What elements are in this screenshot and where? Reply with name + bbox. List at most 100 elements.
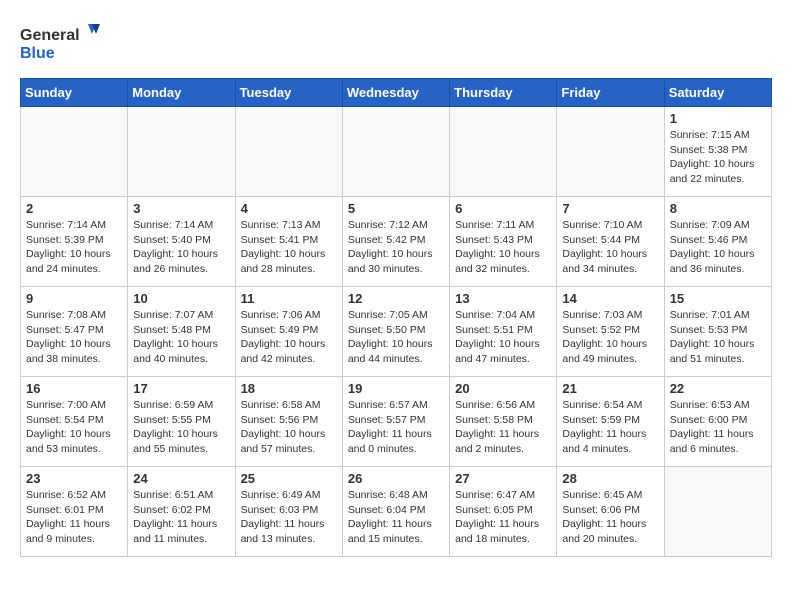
day-number: 17 <box>133 381 229 396</box>
day-number: 26 <box>348 471 444 486</box>
calendar-cell <box>664 467 771 557</box>
day-number: 25 <box>241 471 337 486</box>
day-info: Sunrise: 7:09 AMSunset: 5:46 PMDaylight:… <box>670 218 766 277</box>
day-header-tuesday: Tuesday <box>235 79 342 107</box>
day-number: 3 <box>133 201 229 216</box>
day-info: Sunrise: 6:48 AMSunset: 6:04 PMDaylight:… <box>348 488 444 547</box>
day-info: Sunrise: 6:52 AMSunset: 6:01 PMDaylight:… <box>26 488 122 547</box>
day-info: Sunrise: 7:13 AMSunset: 5:41 PMDaylight:… <box>241 218 337 277</box>
day-number: 15 <box>670 291 766 306</box>
day-number: 27 <box>455 471 551 486</box>
day-info: Sunrise: 7:03 AMSunset: 5:52 PMDaylight:… <box>562 308 658 367</box>
svg-text:Blue: Blue <box>20 45 55 62</box>
day-number: 1 <box>670 111 766 126</box>
calendar-cell <box>235 107 342 197</box>
calendar-cell: 19 Sunrise: 6:57 AMSunset: 5:57 PMDayligh… <box>342 377 449 467</box>
day-info: Sunrise: 7:07 AMSunset: 5:48 PMDaylight:… <box>133 308 229 367</box>
calendar-cell: 21 Sunrise: 6:54 AMSunset: 5:59 PMDayligh… <box>557 377 664 467</box>
day-number: 28 <box>562 471 658 486</box>
day-number: 12 <box>348 291 444 306</box>
day-number: 16 <box>26 381 122 396</box>
day-number: 13 <box>455 291 551 306</box>
calendar-cell: 5Sunrise: 7:12 AMSunset: 5:42 PMDaylight… <box>342 197 449 287</box>
day-number: 19 <box>348 381 444 396</box>
calendar-cell: 11 Sunrise: 7:06 AMSunset: 5:49 PMDayligh… <box>235 287 342 377</box>
week-row-2: 2 Sunrise: 7:14 AMSunset: 5:39 PMDaylight… <box>21 197 772 287</box>
calendar-cell: 12 Sunrise: 7:05 AMSunset: 5:50 PMDayligh… <box>342 287 449 377</box>
calendar-cell: 23 Sunrise: 6:52 AMSunset: 6:01 PMDayligh… <box>21 467 128 557</box>
calendar-cell: 26 Sunrise: 6:48 AMSunset: 6:04 PMDayligh… <box>342 467 449 557</box>
logo-svg: General Blue <box>20 20 100 68</box>
week-row-3: 9 Sunrise: 7:08 AMSunset: 5:47 PMDaylight… <box>21 287 772 377</box>
week-row-5: 23 Sunrise: 6:52 AMSunset: 6:01 PMDayligh… <box>21 467 772 557</box>
calendar-cell: 17 Sunrise: 6:59 AMSunset: 5:55 PMDayligh… <box>128 377 235 467</box>
calendar-cell: 20Sunrise: 6:56 AMSunset: 5:58 PMDayligh… <box>450 377 557 467</box>
day-number: 8 <box>670 201 766 216</box>
day-info: Sunrise: 7:04 AMSunset: 5:51 PMDaylight:… <box>455 308 551 367</box>
day-number: 22 <box>670 381 766 396</box>
calendar-header-row: SundayMondayTuesdayWednesdayThursdayFrid… <box>21 79 772 107</box>
calendar-cell: 10 Sunrise: 7:07 AMSunset: 5:48 PMDayligh… <box>128 287 235 377</box>
day-info: Sunrise: 7:06 AMSunset: 5:49 PMDaylight:… <box>241 308 337 367</box>
day-info: Sunrise: 6:45 AMSunset: 6:06 PMDaylight:… <box>562 488 658 547</box>
week-row-4: 16 Sunrise: 7:00 AMSunset: 5:54 PMDayligh… <box>21 377 772 467</box>
calendar-cell: 2 Sunrise: 7:14 AMSunset: 5:39 PMDaylight… <box>21 197 128 287</box>
calendar-cell: 14 Sunrise: 7:03 AMSunset: 5:52 PMDayligh… <box>557 287 664 377</box>
day-number: 4 <box>241 201 337 216</box>
week-row-1: 1 Sunrise: 7:15 AMSunset: 5:38 PMDaylight… <box>21 107 772 197</box>
svg-text:General: General <box>20 27 80 44</box>
day-info: Sunrise: 6:59 AMSunset: 5:55 PMDaylight:… <box>133 398 229 457</box>
day-info: Sunrise: 7:10 AMSunset: 5:44 PMDaylight:… <box>562 218 658 277</box>
day-info: Sunrise: 6:47 AMSunset: 6:05 PMDaylight:… <box>455 488 551 547</box>
day-number: 11 <box>241 291 337 306</box>
logo: General Blue <box>20 20 100 68</box>
calendar-cell: 24 Sunrise: 6:51 AMSunset: 6:02 PMDayligh… <box>128 467 235 557</box>
day-header-sunday: Sunday <box>21 79 128 107</box>
calendar-cell: 27 Sunrise: 6:47 AMSunset: 6:05 PMDayligh… <box>450 467 557 557</box>
day-header-wednesday: Wednesday <box>342 79 449 107</box>
calendar-cell <box>128 107 235 197</box>
day-info: Sunrise: 7:01 AMSunset: 5:53 PMDaylight:… <box>670 308 766 367</box>
day-info: Sunrise: 7:14 AMSunset: 5:39 PMDaylight:… <box>26 218 122 277</box>
calendar-cell <box>21 107 128 197</box>
day-header-friday: Friday <box>557 79 664 107</box>
calendar-cell: 3 Sunrise: 7:14 AMSunset: 5:40 PMDaylight… <box>128 197 235 287</box>
calendar-cell: 15 Sunrise: 7:01 AMSunset: 5:53 PMDayligh… <box>664 287 771 377</box>
day-number: 20 <box>455 381 551 396</box>
day-info: Sunrise: 7:14 AMSunset: 5:40 PMDaylight:… <box>133 218 229 277</box>
calendar-cell: 18 Sunrise: 6:58 AMSunset: 5:56 PMDayligh… <box>235 377 342 467</box>
calendar-cell: 1 Sunrise: 7:15 AMSunset: 5:38 PMDaylight… <box>664 107 771 197</box>
day-header-thursday: Thursday <box>450 79 557 107</box>
calendar-cell: 9 Sunrise: 7:08 AMSunset: 5:47 PMDaylight… <box>21 287 128 377</box>
day-number: 9 <box>26 291 122 306</box>
calendar-cell: 28 Sunrise: 6:45 AMSunset: 6:06 PMDayligh… <box>557 467 664 557</box>
day-number: 7 <box>562 201 658 216</box>
day-info: Sunrise: 7:08 AMSunset: 5:47 PMDaylight:… <box>26 308 122 367</box>
calendar-cell <box>342 107 449 197</box>
page-header: General Blue <box>20 20 772 68</box>
calendar-cell: 4 Sunrise: 7:13 AMSunset: 5:41 PMDaylight… <box>235 197 342 287</box>
day-info: Sunrise: 7:05 AMSunset: 5:50 PMDaylight:… <box>348 308 444 367</box>
day-info: Sunrise: 7:00 AMSunset: 5:54 PMDaylight:… <box>26 398 122 457</box>
day-number: 23 <box>26 471 122 486</box>
calendar-cell: 8 Sunrise: 7:09 AMSunset: 5:46 PMDaylight… <box>664 197 771 287</box>
day-number: 10 <box>133 291 229 306</box>
day-number: 2 <box>26 201 122 216</box>
calendar-cell <box>557 107 664 197</box>
day-number: 14 <box>562 291 658 306</box>
day-number: 18 <box>241 381 337 396</box>
calendar-cell: 22Sunrise: 6:53 AMSunset: 6:00 PMDayligh… <box>664 377 771 467</box>
day-number: 21 <box>562 381 658 396</box>
day-info: Sunrise: 7:15 AMSunset: 5:38 PMDaylight:… <box>670 128 766 187</box>
day-info: Sunrise: 6:57 AMSunset: 5:57 PMDaylight:… <box>348 398 444 457</box>
calendar-cell: 7 Sunrise: 7:10 AMSunset: 5:44 PMDaylight… <box>557 197 664 287</box>
day-info: Sunrise: 6:54 AMSunset: 5:59 PMDaylight:… <box>562 398 658 457</box>
calendar-table: SundayMondayTuesdayWednesdayThursdayFrid… <box>20 78 772 557</box>
day-info: Sunrise: 7:11 AMSunset: 5:43 PMDaylight:… <box>455 218 551 277</box>
day-number: 24 <box>133 471 229 486</box>
day-info: Sunrise: 6:51 AMSunset: 6:02 PMDaylight:… <box>133 488 229 547</box>
day-info: Sunrise: 6:58 AMSunset: 5:56 PMDaylight:… <box>241 398 337 457</box>
day-header-monday: Monday <box>128 79 235 107</box>
day-info: Sunrise: 7:12 AMSunset: 5:42 PMDaylight:… <box>348 218 444 277</box>
day-number: 6 <box>455 201 551 216</box>
